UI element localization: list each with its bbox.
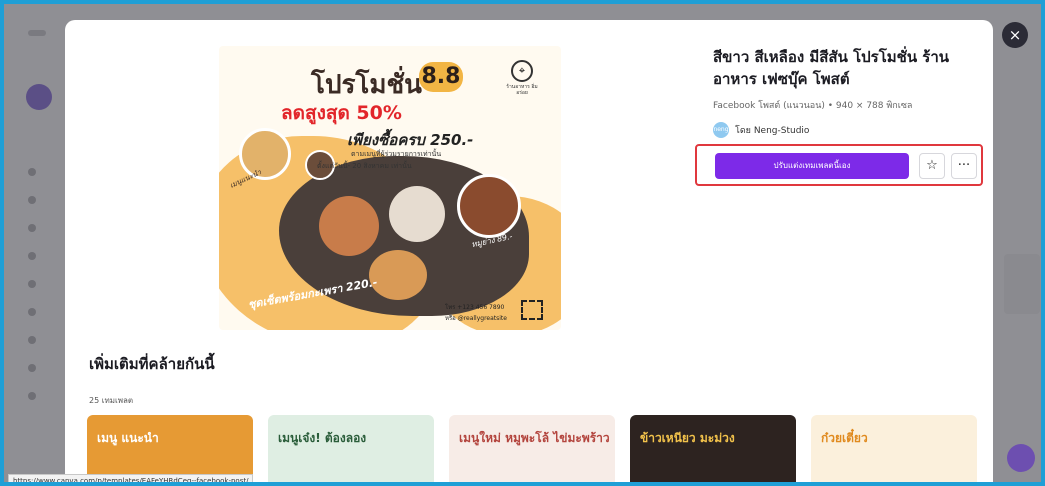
template-preview-image[interactable]: โปรโมชั่น 8.8 ลดสูงสุด 50% เพียงซื้อครบ …	[219, 46, 561, 330]
similar-template-thumb[interactable]: เมนูเจ๋ง! ต้องลอง	[268, 415, 434, 482]
thumb-text: เมนู แนะนำ	[97, 431, 159, 445]
food-photo-rice	[389, 186, 445, 242]
similar-section-title: เพิ่มเติมที่คล้ายกันนี้	[89, 355, 215, 373]
favorite-button[interactable]: ☆	[919, 153, 945, 179]
poster-logo-text: ร้านอาหาร อิ่มอร่อย	[506, 84, 538, 96]
app-frame: × โปรโมชั่น 8.8 ลดสูงสุด 50% เพียงซื้อคร…	[4, 4, 1041, 482]
poster-line5: ตั้งแต่วันนี้- 20 สิงหาคม เท่านั้น	[317, 162, 412, 170]
template-author[interactable]: neng โดย Neng-Studio	[713, 122, 809, 138]
food-photo-center	[319, 196, 379, 256]
template-meta: Facebook โพสต์ (แนวนอน) • 940 × 788 พิกเ…	[713, 101, 913, 111]
thumb-text: ข้าวเหนียว มะม่วง	[640, 431, 735, 445]
similar-template-thumb[interactable]: ข้าวเหนียว มะม่วง	[630, 415, 796, 482]
thumb-text: เมนูเจ๋ง! ต้องลอง	[278, 431, 367, 445]
customize-template-button[interactable]: ปรับแต่งเทมเพลตนี้เอง	[715, 153, 909, 179]
close-modal-button[interactable]: ×	[1002, 22, 1028, 48]
similar-template-thumb[interactable]: เมนูใหม่ หมูพะโล้ ไข่มะพร้าว	[449, 415, 615, 482]
thumb-text: ก๋วยเตี๋ยว	[821, 431, 868, 445]
author-name: โดย Neng-Studio	[735, 126, 810, 136]
poster-line4: ตามเมนูที่ผู้ร่วมรายการเท่านั้น	[351, 150, 442, 158]
template-preview-modal: โปรโมชั่น 8.8 ลดสูงสุด 50% เพียงซื้อครบ …	[65, 20, 993, 482]
poster-contact-phone: โทร +123 456 7890	[445, 304, 505, 311]
food-photo-bottom	[369, 250, 427, 300]
star-icon: ☆	[926, 158, 938, 173]
poster-badge: 8.8	[419, 62, 463, 92]
scan-frame-icon	[521, 300, 543, 320]
status-bar-url: https://www.canva.com/p/templates/EAFeYH…	[8, 474, 254, 482]
more-options-button[interactable]: ···	[951, 153, 977, 179]
author-avatar: neng	[713, 122, 729, 138]
thumb-text: เมนูใหม่ หมูพะโล้ ไข่มะพร้าว	[459, 431, 610, 445]
background-help-button	[1007, 444, 1035, 472]
more-icon: ···	[957, 158, 971, 173]
poster-contact-site: หรือ @reallygreatsite	[445, 315, 507, 322]
background-sidebar	[4, 64, 64, 482]
similar-count: 25 เทมเพลต	[89, 396, 134, 405]
background-avatar	[26, 84, 52, 110]
similar-template-thumb[interactable]: ก๋วยเตี๋ยว	[811, 415, 977, 482]
poster-contact: โทร +123 456 7890 หรือ @reallygreatsite	[445, 302, 507, 324]
close-icon: ×	[1008, 26, 1022, 44]
background-card	[1004, 254, 1040, 314]
similar-template-thumb[interactable]: เมนู แนะนำ	[87, 415, 253, 482]
restaurant-logo-icon: ⌖	[511, 60, 533, 82]
poster-subtitle: ลดสูงสุด 50%	[281, 102, 402, 124]
template-title: สีขาว สีเหลือง มีสีสัน โปรโมชั่น ร้านอาห…	[713, 48, 950, 88]
food-photo-right	[457, 174, 521, 238]
